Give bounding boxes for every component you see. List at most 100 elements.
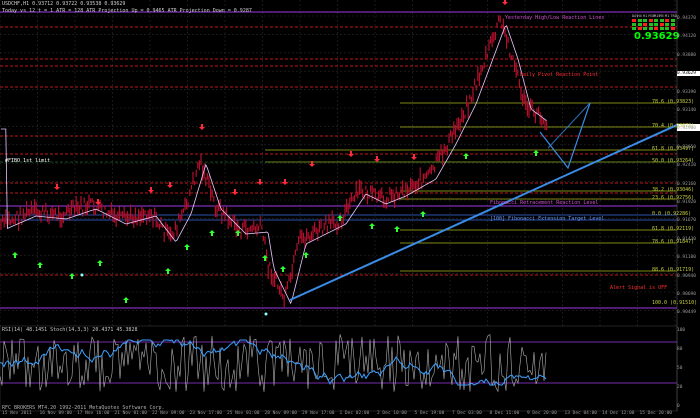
fib-level-label: 88.6 (0.91719) [652, 267, 695, 273]
buy-arrow-icon [184, 244, 190, 250]
timeframe-signal-cell [654, 27, 658, 30]
price-axis-label: 0.90940 [677, 273, 696, 279]
buy-arrow-icon [209, 230, 215, 236]
time-axis-label: 17 Nov 16:00 [77, 411, 110, 416]
fib-level-label: 100.0 (0.91510) [652, 300, 698, 306]
price-axis-label: 0.91670 [677, 218, 696, 224]
time-axis-label: 13 Dec 04:00 [564, 411, 598, 416]
price-axis-label: 0.92650 [677, 144, 696, 150]
horizontal-grid [0, 15, 677, 311]
buy-arrow-icon [394, 226, 400, 232]
timeframe-signal-cell [643, 27, 647, 30]
time-axis-label: 8 Dec 11:00 [489, 411, 520, 416]
current-price-display: 0.93629 [634, 31, 680, 42]
timeframe-signal-cell [648, 19, 653, 22]
reaction-lines [0, 26, 677, 276]
time-axis-label: 29 Nov 17:00 [302, 411, 335, 416]
sell-arrow-icon [257, 179, 263, 185]
price-axis-label: 0.90449 [677, 310, 696, 316]
timeframe-signal-cell [665, 19, 669, 22]
time-axis-label: 14 Dec 12:00 [602, 411, 635, 416]
timeframe-signal-cell [670, 19, 675, 22]
oscillator-axis-label: 100 [677, 328, 686, 333]
sell-arrow-icon [148, 187, 154, 193]
oscillator-label: RSI(14) 48.1451 Stoch(14,3,3) 20.4371 45… [2, 327, 138, 333]
timeframe-signal-cell [648, 27, 653, 30]
timeframe-signal-cell [665, 27, 669, 30]
time-axis-label: 2 Dec 10:00 [377, 411, 407, 416]
timeframe-signal-cell [670, 27, 675, 30]
fib-level-label: 78.6 (0.93823) [652, 99, 695, 105]
time-axis-label: 5 Dec 19:00 [414, 411, 445, 416]
signal-dot [80, 273, 84, 277]
buy-arrow-icon [37, 262, 43, 268]
timeframe-label: M1 [665, 14, 670, 18]
timeframe-panel: DAY H4 H1 M30 M15 M5 M1 TRD [632, 14, 677, 30]
price-chart[interactable] [0, 0, 700, 418]
timeframe-signal-cell [654, 19, 658, 22]
sell-arrow-icon [502, 0, 508, 5]
timeframe-signal-cell [670, 23, 675, 26]
time-axis-label: 9 Dec 20:00 [527, 411, 557, 416]
buy-arrow-icon [280, 266, 286, 272]
timeframe-signal-cell [654, 23, 658, 26]
price-axis-label: 0.93390 [677, 89, 696, 95]
timeframe-signal-cell [648, 23, 653, 26]
sell-arrow-icon [232, 189, 238, 195]
buy-arrow-icon [420, 211, 426, 217]
price-axis-label: 0.94370 [677, 16, 696, 21]
price-axis-label: 0.94120 [677, 34, 696, 40]
annotation-top: Yesterday High/Low Reaction Lines [505, 15, 605, 21]
buy-arrow-icon [463, 153, 469, 159]
oscillator-axis-label: 50 [677, 366, 683, 371]
timeframe-signal-cell [659, 23, 664, 26]
projection-line [547, 102, 591, 149]
time-axis-label: 25 Nov 01:00 [227, 411, 260, 416]
buy-arrow-icon [123, 297, 129, 303]
time-axis-label: 16 Nov 09:00 [39, 411, 73, 416]
alert-text: Alert Signal is OFF [610, 285, 668, 291]
annotation-pivot: Daily Pivot Reaction Point [520, 72, 599, 78]
sell-arrow-icon [199, 124, 205, 130]
timeframe-label: H4 [637, 14, 642, 18]
timeframe-signal-cell [659, 27, 664, 30]
timeframe-signal-cell [637, 27, 642, 30]
timeframe-signal-cell [659, 19, 664, 22]
price-axis-label: 0.93140 [677, 108, 696, 113]
sell-arrow-icon [348, 151, 354, 157]
price-axis-label: 0.91180 [677, 255, 696, 261]
price-axis-label: 0.90690 [677, 292, 696, 297]
time-axis-label: 15 Nov 2011 [2, 411, 32, 416]
annotation-extension: [100] Fibonacci Extension Target Level [490, 216, 605, 222]
timeframe-signal-cell [665, 23, 669, 26]
fibonacci-lines [265, 102, 677, 272]
oscillator-axis-label: 20 [677, 385, 683, 390]
fib-level-label: 38.2 (0.93046) [652, 187, 695, 193]
sell-arrow-icon [54, 184, 60, 190]
timeframe-label: TRD [670, 14, 677, 18]
moving-average-line [1, 25, 547, 305]
signal-arrows [12, 0, 539, 316]
indicator-info: Today vs 12 t = 1 ATR = 128 ATR Projecti… [2, 8, 252, 14]
time-axis-label: 1 Dec 02:00 [339, 411, 370, 416]
trading-platform-window: USDCHF,H1 0.93712 0.93722 0.93538 0.9362… [0, 0, 700, 418]
timeframe-signal-cell [632, 23, 636, 26]
buy-arrow-icon [533, 150, 539, 156]
timeframe-signal-cell [643, 23, 647, 26]
time-axis-label: 28 Nov 09:00 [264, 411, 298, 416]
buy-arrow-icon [369, 223, 375, 229]
price-axis-label: 0.92900 [677, 126, 696, 132]
fib-level-label: 0.0 (0.92286) [652, 211, 692, 217]
oscillator-axis-label: 0 [677, 404, 680, 409]
timeframe-signal-cell [637, 19, 642, 22]
time-axis-label: 22 Nov 09:00 [152, 411, 185, 416]
fibo-label: #FIBO 1st limit [5, 158, 51, 164]
price-axis-label: 0.92410 [677, 163, 696, 169]
annotation-retracement: Fibonacci Retracement Reaction Level [490, 200, 599, 206]
price-axis-label: 0.93629 [677, 71, 700, 77]
timeframe-signal-cell [632, 19, 636, 22]
signal-dot [264, 312, 268, 316]
timeframe-signal-cell [643, 19, 647, 22]
time-axis-label: 21 Nov 01:00 [114, 411, 148, 416]
chart-title: USDCHF,H1 0.93712 0.93722 0.93538 0.9362… [2, 1, 126, 7]
